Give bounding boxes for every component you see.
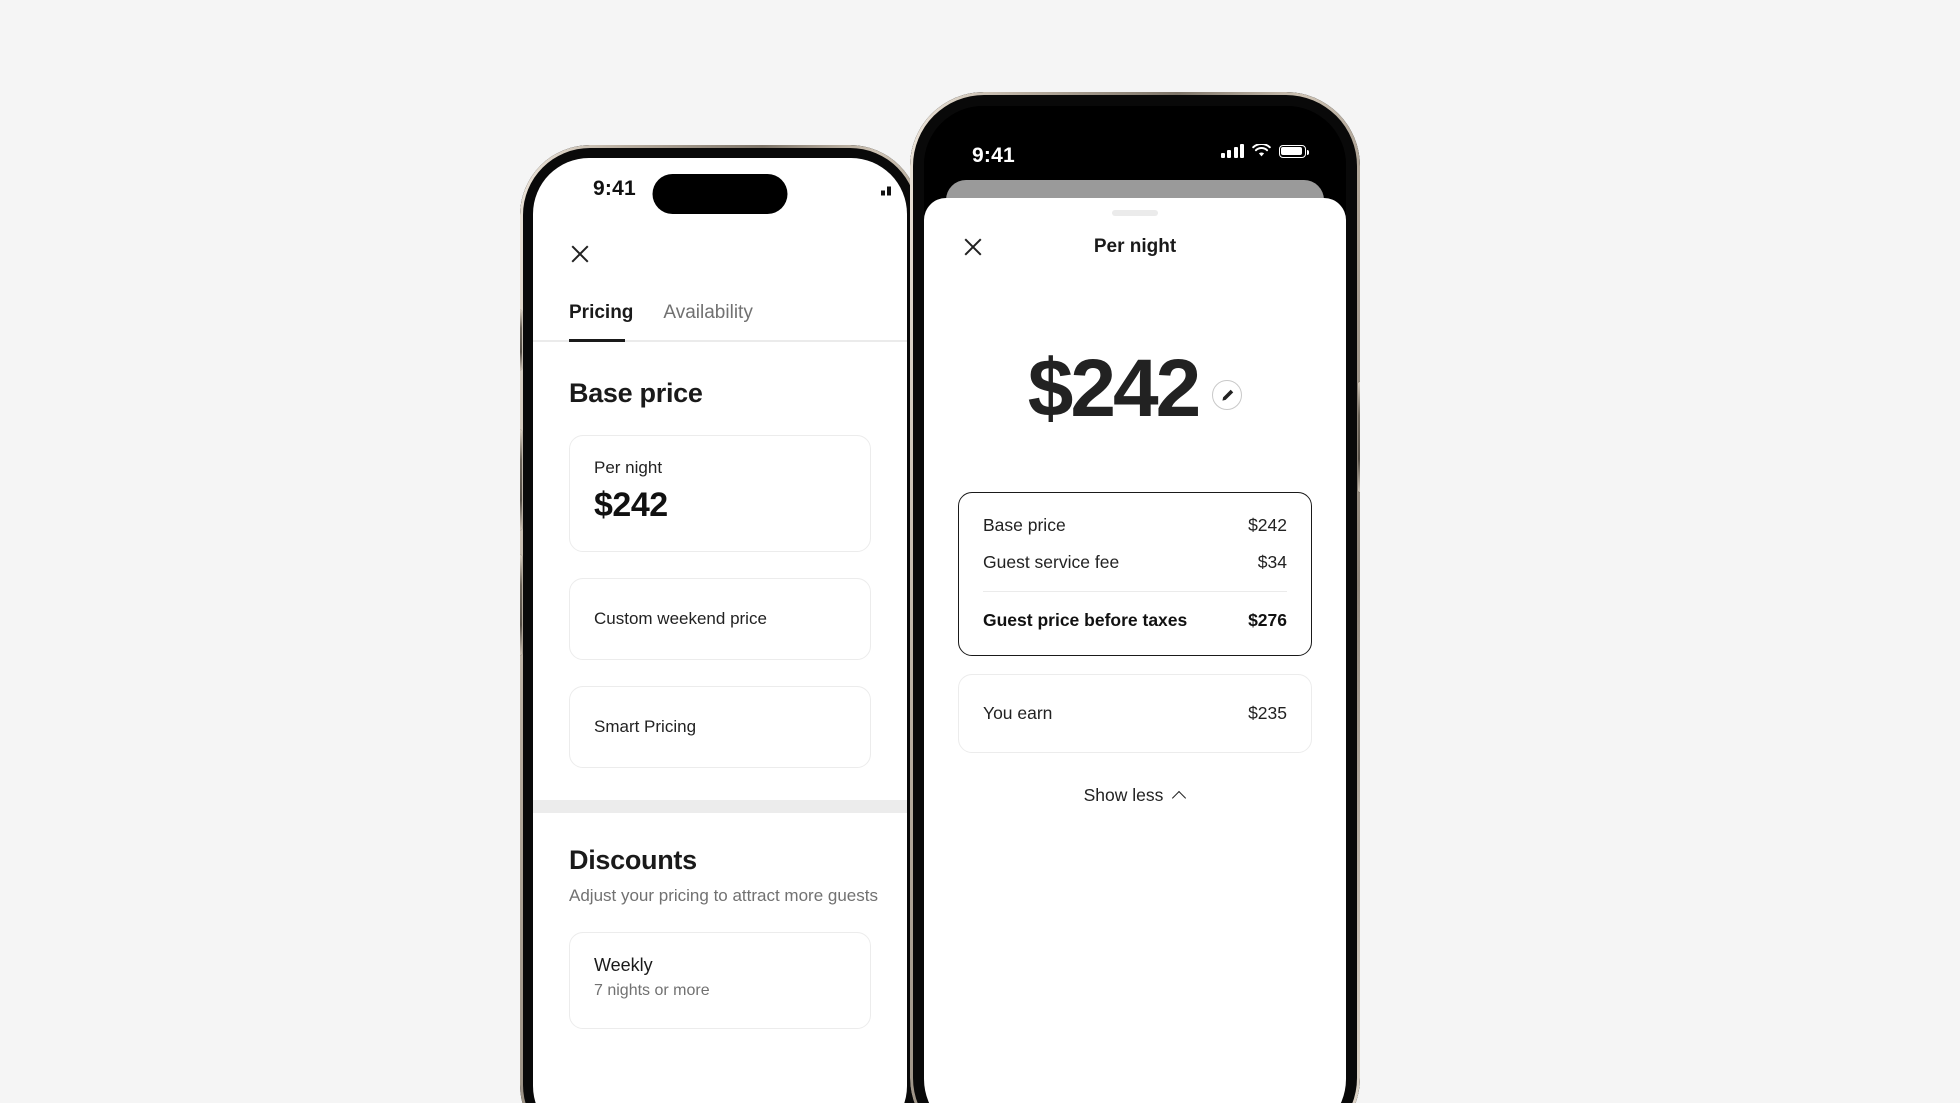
pencil-icon[interactable] bbox=[1212, 380, 1243, 410]
discount-weekly-title: Weekly bbox=[594, 955, 653, 975]
back-tab-bar: Pricing Availability bbox=[533, 288, 907, 340]
back-status-signal-icon bbox=[881, 183, 891, 196]
close-icon[interactable] bbox=[569, 243, 591, 265]
back-phone-screen: 9:41 Pricing Availability Base price Per… bbox=[533, 158, 907, 1103]
show-less-label: Show less bbox=[1083, 785, 1164, 805]
sheet-title: Per night bbox=[1093, 236, 1177, 257]
tab-active-indicator bbox=[569, 339, 625, 342]
front-phone-screen: 9:41 Per night $242 Base price $242 Gues… bbox=[924, 106, 1346, 1103]
you-earn-label: You earn bbox=[983, 703, 1053, 723]
close-icon[interactable] bbox=[962, 236, 984, 258]
breakdown-row: Base price $242 bbox=[983, 515, 1287, 536]
show-less-toggle[interactable]: Show less bbox=[924, 785, 1346, 806]
price-value: $242 bbox=[1027, 343, 1201, 434]
front-phone-device: 9:41 Per night $242 Base price $242 Gues… bbox=[910, 92, 1360, 1103]
section-separator bbox=[533, 800, 907, 813]
breakdown-total-value: $276 bbox=[1248, 610, 1287, 630]
per-night-sheet: Per night $242 Base price $242 Guest ser… bbox=[924, 198, 1346, 1103]
volume-down-button[interactable] bbox=[520, 555, 522, 655]
discount-card-weekly[interactable]: Weekly 7 nights or more bbox=[569, 932, 871, 1029]
breakdown-total-row: Guest price before taxes $276 bbox=[983, 610, 1287, 631]
breakdown-total-label: Guest price before taxes bbox=[983, 610, 1188, 630]
breakdown-value: $34 bbox=[1257, 552, 1287, 572]
discounts-subtitle: Adjust your pricing to attract more gues… bbox=[569, 886, 878, 905]
breakdown-divider bbox=[983, 591, 1287, 592]
back-status-time: 9:41 bbox=[593, 177, 636, 200]
front-status-icons bbox=[1220, 143, 1309, 158]
front-status-time: 9:41 bbox=[972, 144, 1015, 167]
breakdown-row: Guest service fee $34 bbox=[983, 552, 1287, 573]
battery-icon bbox=[1279, 144, 1309, 158]
you-earn-value: $235 bbox=[1248, 703, 1287, 723]
you-earn-row: You earn $235 bbox=[983, 703, 1287, 724]
sheet-nav-bar: Per night bbox=[924, 216, 1346, 278]
price-display: $242 bbox=[924, 348, 1346, 430]
breakdown-value: $242 bbox=[1248, 515, 1287, 535]
per-night-value: $242 bbox=[594, 486, 668, 524]
you-earn-card: You earn $235 bbox=[958, 674, 1312, 753]
discounts-heading: Discounts bbox=[569, 845, 697, 875]
discount-weekly-subtitle: 7 nights or more bbox=[594, 982, 710, 999]
tab-underline bbox=[533, 339, 907, 342]
back-status-bar: 9:41 bbox=[533, 158, 907, 220]
per-night-label: Per night bbox=[594, 458, 663, 477]
breakdown-label: Base price bbox=[983, 515, 1066, 535]
back-phone-device: 9:41 Pricing Availability Base price Per… bbox=[520, 145, 920, 1103]
action-button[interactable] bbox=[520, 310, 522, 370]
front-status-bar: 9:41 bbox=[924, 106, 1346, 180]
volume-up-button[interactable] bbox=[520, 430, 522, 530]
smart-pricing-card[interactable]: Smart Pricing bbox=[569, 686, 871, 768]
dynamic-island bbox=[652, 174, 788, 214]
chevron-up-icon bbox=[1173, 789, 1186, 802]
tab-availability[interactable]: Availability bbox=[663, 302, 752, 340]
smart-pricing-label: Smart Pricing bbox=[594, 717, 697, 736]
back-nav-bar bbox=[533, 220, 907, 288]
price-breakdown-card: Base price $242 Guest service fee $34 Gu… bbox=[958, 492, 1312, 656]
tab-pricing[interactable]: Pricing bbox=[569, 302, 633, 340]
base-price-heading: Base price bbox=[569, 378, 703, 408]
power-button[interactable] bbox=[1358, 382, 1360, 492]
custom-weekend-price-card[interactable]: Custom weekend price bbox=[569, 578, 871, 660]
breakdown-label: Guest service fee bbox=[983, 552, 1120, 572]
per-night-card[interactable]: Per night $242 bbox=[569, 435, 871, 552]
screenshot-canvas: 9:41 Pricing Availability Base price Per… bbox=[0, 0, 1960, 1103]
wifi-icon bbox=[1252, 143, 1271, 158]
custom-weekend-price-label: Custom weekend price bbox=[594, 609, 767, 628]
signal-bars-icon bbox=[1220, 144, 1244, 158]
